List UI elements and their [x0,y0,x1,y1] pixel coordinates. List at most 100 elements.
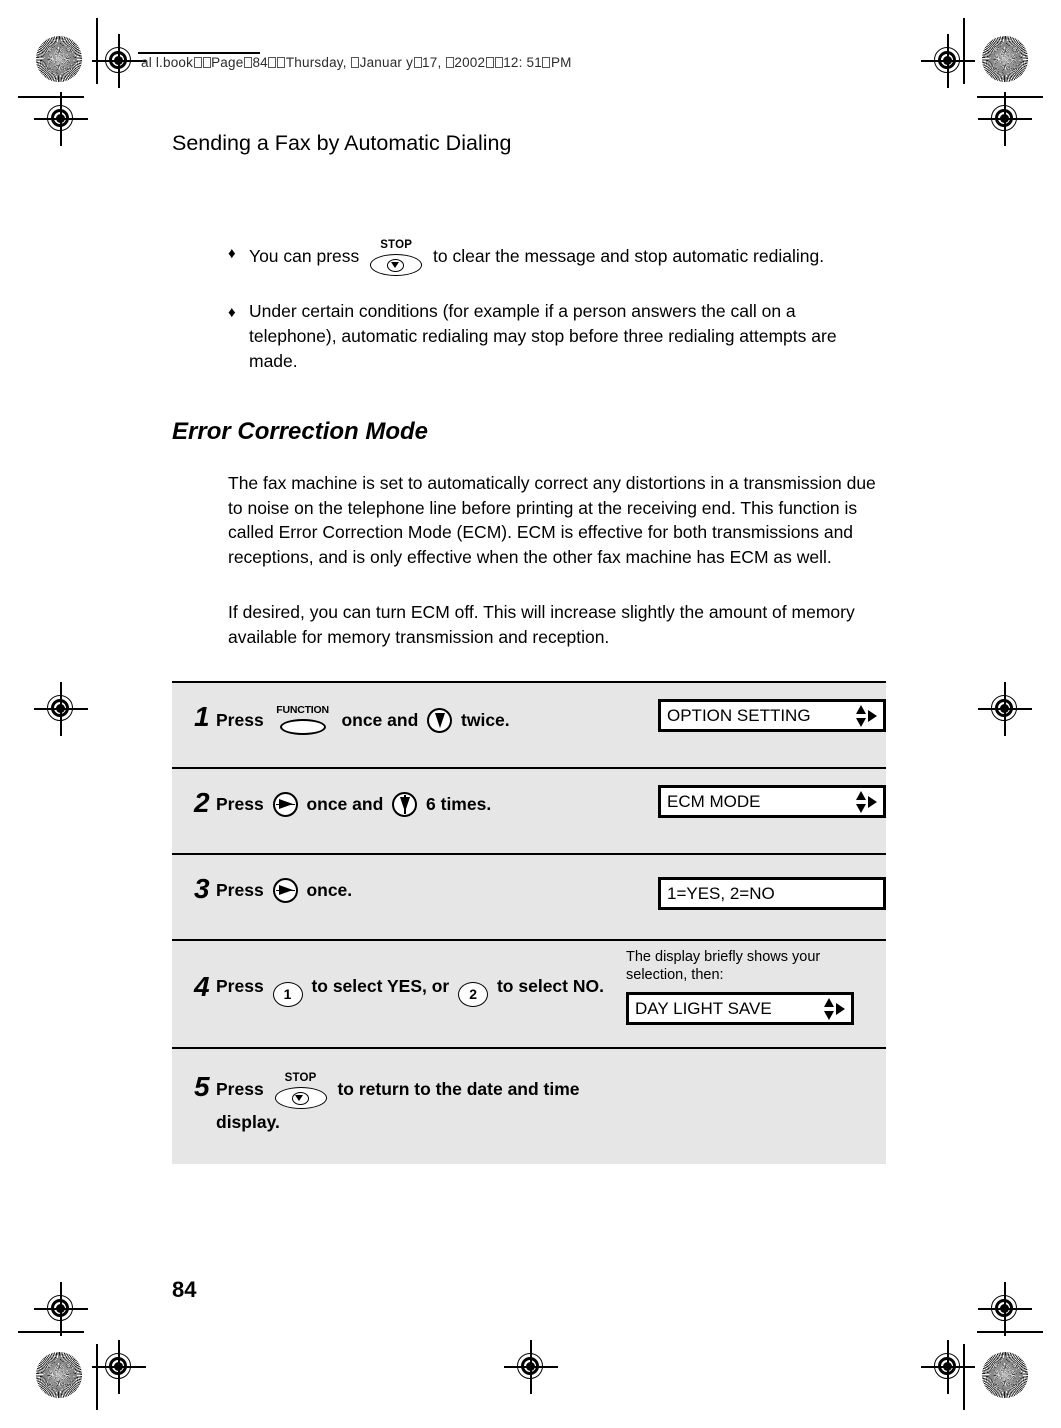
crosshair-registration-mark-top-right [921,34,975,88]
crosshair-registration-mark-right-middle [978,682,1032,736]
lcd-arrow-indicators [824,997,845,1020]
step-number: 4 [194,971,210,1002]
up-down-arrow-icon [824,997,835,1020]
step-text-once: once. [306,880,353,900]
header-rule [138,52,260,54]
right-arrow-icon [868,795,877,808]
note-item-2: ♦ Under certain conditions (for example … [228,299,888,374]
starburst-registration-mark-bottom-right [982,1352,1028,1398]
crosshair-registration-mark-right-upper [978,92,1032,146]
step-instruction: Press 1 to select YES, or 2 to select NO… [216,941,622,1007]
missing-glyph-box [277,57,286,68]
file-info-month-initial: J [359,55,367,70]
file-info-meridiem: PM [550,55,572,70]
step-instruction: Press FUNCTION once and twice. [216,683,654,737]
lcd-display-text: DAY LIGHT SAVE [635,999,772,1018]
missing-glyph-box [445,57,454,68]
step-text-select-yes: to select YES, or [311,976,450,996]
stop-symbol-icon [291,1092,309,1105]
file-info-time: 12: 51 [503,55,542,70]
file-info-day: 17, [422,55,446,70]
missing-glyph-box [193,57,202,68]
right-arrow-key-icon [272,792,298,817]
step-text-twice: twice. [461,710,510,730]
lcd-display: DAY LIGHT SAVE [626,992,854,1025]
section-heading: Error Correction Mode [172,418,429,445]
stop-key-label: STOP [380,239,413,251]
starburst-registration-mark-top-right [982,36,1028,82]
step-number: 1 [194,701,210,732]
crosshair-registration-mark-top-left [92,34,146,88]
missing-glyph-box [542,57,551,68]
file-info-header: al l.book Page 84 Thursday, Januar y 17, 200… [141,55,572,70]
keypad-key-2-icon: 2 [458,982,489,1007]
up-down-arrow-icon [856,790,867,813]
procedure-step-row: 5 Press STOP to return to the date and t… [172,1046,886,1164]
procedure-table: 1 Press FUNCTION once and twice. OPTION … [172,680,886,1164]
right-arrow-icon [836,1002,845,1015]
keypad-key-1-label: 1 [283,986,292,1002]
down-arrow-key-icon [427,708,453,733]
notes-list: ♦ You can press STOP to clear the messag… [228,239,888,374]
lcd-display: 1=YES, 2=NO [658,877,886,910]
note-text: Under certain conditions (for example if… [249,301,837,371]
keypad-key-2-label: 2 [469,986,477,1002]
procedure-step-row: 4 Press 1 to select YES, or 2 to select … [172,938,886,1047]
file-info-month-rest: anuar y [366,55,414,70]
missing-glyph-box [202,57,211,68]
missing-glyph-box [494,57,503,68]
crosshair-registration-mark-bottom-right [921,1340,975,1394]
file-info-text: al l.book [141,55,194,70]
right-triangle-glyph [278,799,293,809]
stop-key-icon: STOP [368,239,424,276]
procedure-step-row: 3 Press once. 1=YES, 2=NO [172,852,886,939]
running-head-title: Sending a Fax by Automatic Dialing [172,131,512,155]
step-number: 3 [194,873,210,904]
keypad-key-1-icon: 1 [272,982,303,1007]
missing-glyph-box [243,57,252,68]
step-text-press: Press [216,880,264,900]
function-key-label: FUNCTION [276,704,329,716]
right-triangle-glyph [278,885,293,895]
missing-glyph-box [413,57,422,68]
file-info-weekday: Thursday, [285,55,351,70]
crosshair-registration-mark-bottom-center [504,1340,558,1394]
step-number: 2 [194,787,210,818]
crosshair-registration-mark-left-lower [34,1282,88,1336]
file-info-year: 2002 [454,55,486,70]
step-text-once-and: once and [306,794,384,814]
lcd-display-text: OPTION SETTING [667,706,811,725]
missing-glyph-box [485,57,494,68]
down-triangle-glyph [399,797,410,812]
procedure-step-row: 1 Press FUNCTION once and twice. OPTION … [172,680,886,767]
step-display-area: OPTION SETTING [654,683,886,732]
crosshair-registration-mark-right-lower [978,1282,1032,1336]
step-text-press: Press [216,794,264,814]
missing-glyph-box [351,57,360,68]
function-key-cap [279,719,326,735]
stop-key-label: STOP [284,1072,317,1084]
function-key-icon: FUNCTION [272,703,334,737]
lcd-arrow-indicators [856,704,877,727]
step-display-area: 1=YES, 2=NO [654,855,886,910]
note-text-before-key: You can press [249,246,360,266]
lcd-arrow-indicators [856,790,877,813]
lcd-display-text: 1=YES, 2=NO [667,884,775,903]
starburst-registration-mark-bottom-left [36,1352,82,1398]
crosshair-registration-mark-bottom-left [92,1340,146,1394]
step-instruction: Press once. [216,855,654,906]
procedure-step-row: 2 Press once and 6 times. ECM MODE [172,766,886,853]
step-text-press: Press [216,976,264,996]
step-text-press: Press [216,710,264,730]
step-text-return: to return to the date and time display. [216,1079,580,1132]
right-arrow-key-icon [272,878,298,903]
page-number: 84 [172,1277,197,1302]
right-arrow-icon [868,709,877,722]
file-info-page-number: 84 [252,55,268,70]
section-paragraph-2: If desired, you can turn ECM off. This w… [228,602,855,647]
stop-key-icon: STOP [273,1072,329,1109]
step-instruction: Press once and 6 times. [216,769,654,820]
step-display-area: The display briefly shows your selection… [622,941,854,1025]
step-instruction: Press STOP to return to the date and tim… [216,1049,644,1138]
diamond-bullet-icon: ♦ [228,245,236,262]
